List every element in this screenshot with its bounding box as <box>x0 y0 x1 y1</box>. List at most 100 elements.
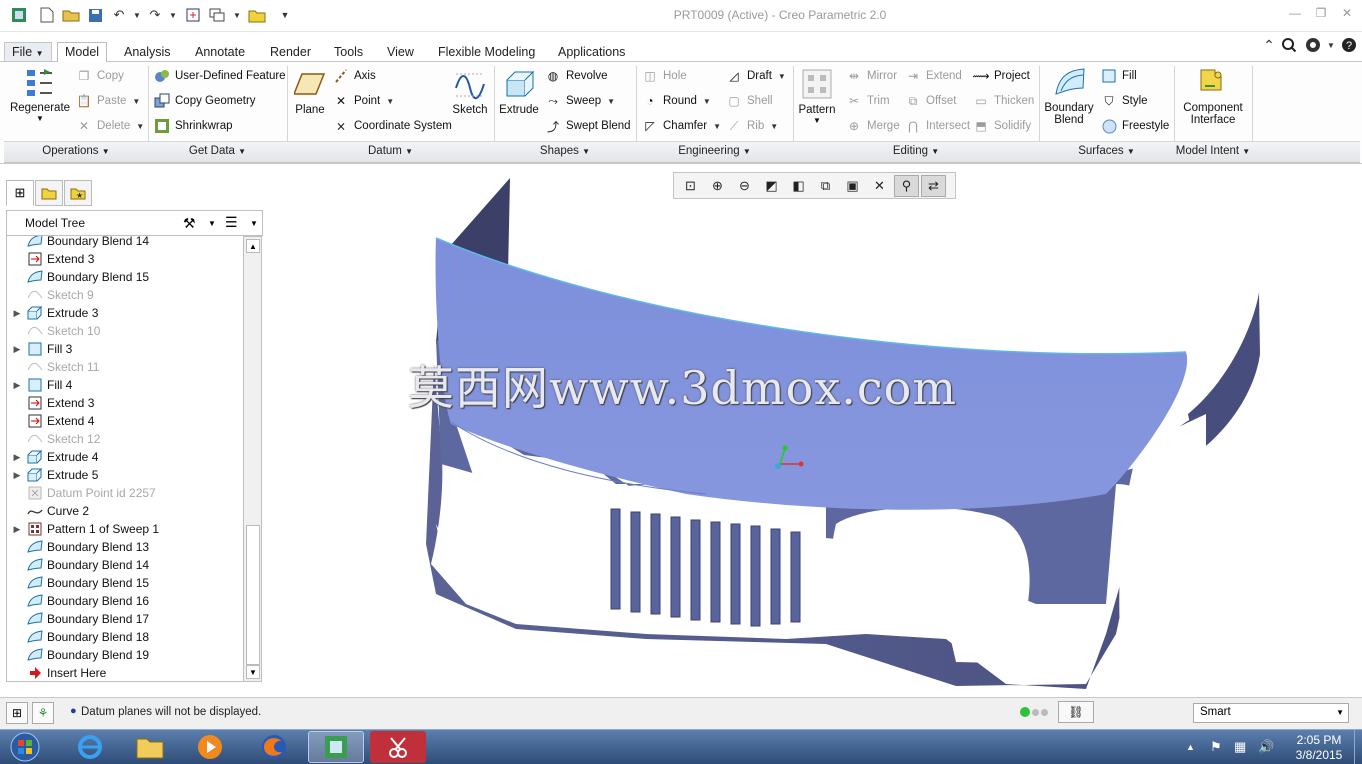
tree-item[interactable]: Extend 4 <box>7 412 243 430</box>
tree-settings-dropdown-icon[interactable]: ▼ <box>208 219 216 228</box>
annotation-display-icon[interactable]: ⇄ <box>921 174 946 197</box>
tree-item[interactable]: Datum Point id 2257 <box>7 484 243 502</box>
group-get-data[interactable]: Get Data ▼ <box>148 145 287 157</box>
boundary-blend-button[interactable]: Boundary Blend <box>1043 66 1095 126</box>
tree-show-dropdown-icon[interactable]: ▼ <box>250 219 258 228</box>
trim-button[interactable]: ✂ Trim <box>846 92 890 110</box>
tree-item[interactable]: ▶ Fill 4 <box>7 376 243 394</box>
model-tree-scrollbar[interactable]: ▲ ▼ <box>244 236 262 682</box>
browser-toggle-icon[interactable]: ⚘ <box>32 702 54 724</box>
group-shapes[interactable]: Shapes ▼ <box>494 145 636 157</box>
tree-item[interactable]: Boundary Blend 17 <box>7 610 243 628</box>
tree-item[interactable]: ▶ Extrude 4 <box>7 448 243 466</box>
close-window-icon[interactable] <box>248 6 266 24</box>
tree-item[interactable]: ▶ Pattern 1 of Sweep 1 <box>7 520 243 538</box>
copy-geometry-button[interactable]: Copy Geometry <box>154 92 256 110</box>
expand-arrow-icon[interactable]: ▶ <box>7 452 27 463</box>
folder-browser-tab-icon[interactable] <box>35 180 63 206</box>
draft-button[interactable]: ◿ Draft ▼ <box>726 67 785 85</box>
redo-dropdown-icon[interactable]: ▼ <box>164 6 182 24</box>
open-folder-icon[interactable] <box>62 6 80 24</box>
start-button[interactable] <box>0 731 50 763</box>
show-hidden-icons-icon[interactable]: ▲ <box>1186 742 1195 752</box>
swept-blend-button[interactable]: ⤴ Swept Blend <box>545 117 631 135</box>
pattern-button[interactable]: Pattern ▼ <box>797 68 837 125</box>
scroll-down-icon[interactable]: ▼ <box>246 665 260 679</box>
sketch-button[interactable]: Sketch <box>450 68 490 116</box>
user-defined-feature-button[interactable]: User-Defined Feature <box>154 67 286 85</box>
tree-item[interactable]: Boundary Blend 15 <box>7 268 243 286</box>
windows-dropdown-icon[interactable]: ▼ <box>228 6 246 24</box>
revolve-button[interactable]: ◍ Revolve <box>545 67 608 85</box>
group-surfaces[interactable]: Surfaces ▼ <box>1039 145 1174 157</box>
tab-view[interactable]: View <box>379 42 422 62</box>
navigator-toggle-icon[interactable]: ⊞ <box>6 702 28 724</box>
hole-button[interactable]: ◫ Hole <box>642 67 686 85</box>
tree-item[interactable]: Sketch 10 <box>7 322 243 340</box>
media-player-icon[interactable] <box>182 731 238 763</box>
zoom-out-icon[interactable]: ⊖ <box>732 175 757 197</box>
undo-icon[interactable]: ↶ <box>110 6 128 24</box>
point-button[interactable]: ✕ Point ▼ <box>333 92 394 110</box>
intersect-button[interactable]: ⋂ Intersect <box>905 117 970 135</box>
minimize-ribbon-icon[interactable]: ⌃ <box>1260 37 1278 55</box>
group-model-intent[interactable]: Model Intent ▼ <box>1174 145 1252 157</box>
volume-icon[interactable]: 🔊 <box>1258 739 1274 755</box>
file-explorer-icon[interactable] <box>122 731 178 763</box>
restore-icon[interactable]: ❐ <box>1310 6 1332 24</box>
repaint-icon[interactable]: ◩ <box>759 175 784 197</box>
favorites-tab-icon[interactable]: ★ <box>64 180 92 206</box>
zoom-in-icon[interactable]: ⊕ <box>705 175 730 197</box>
tree-item[interactable]: Boundary Blend 13 <box>7 538 243 556</box>
tab-annotate[interactable]: Annotate <box>187 42 253 62</box>
tree-item[interactable]: Sketch 11 <box>7 358 243 376</box>
tree-item[interactable]: ▶ Fill 3 <box>7 340 243 358</box>
shrinkwrap-button[interactable]: Shrinkwrap <box>154 117 233 135</box>
creo-app-icon[interactable] <box>10 6 28 24</box>
axis-button[interactable]: Axis <box>333 67 376 85</box>
spin-center-icon[interactable]: ⚲ <box>894 174 919 197</box>
minimize-icon[interactable]: — <box>1284 6 1306 24</box>
delete-button[interactable]: ✕ Delete ▼ <box>76 117 144 135</box>
tree-item[interactable]: Boundary Blend 14 <box>7 556 243 574</box>
group-operations[interactable]: Operations ▼ <box>4 145 148 157</box>
tree-item[interactable]: Curve 2 <box>7 502 243 520</box>
merge-button[interactable]: ⊕ Merge <box>846 117 900 135</box>
tab-tools[interactable]: Tools <box>326 42 371 62</box>
tree-item[interactable]: Boundary Blend 15 <box>7 574 243 592</box>
help-icon[interactable]: ? <box>1340 37 1358 55</box>
style-button[interactable]: ⛉ Style <box>1101 92 1147 110</box>
expand-arrow-icon[interactable]: ▶ <box>7 524 27 535</box>
fill-button[interactable]: Fill <box>1101 67 1137 85</box>
close-icon[interactable]: ✕ <box>1336 6 1358 24</box>
tab-applications[interactable]: Applications <box>550 42 633 62</box>
extend-button[interactable]: ⇥ Extend <box>905 67 962 85</box>
extrude-button[interactable]: Extrude <box>498 68 540 116</box>
model-tree-tab-icon[interactable]: ⊞ <box>6 180 34 206</box>
tab-analysis[interactable]: Analysis <box>116 42 179 62</box>
view-manager-icon[interactable]: ▣ <box>840 175 865 197</box>
mirror-button[interactable]: ⇹ Mirror <box>846 67 897 85</box>
action-center-icon[interactable]: ⚑ <box>1210 739 1222 755</box>
tree-show-icon[interactable]: ☰ <box>225 214 238 231</box>
tree-item[interactable]: Boundary Blend 18 <box>7 628 243 646</box>
chamfer-button[interactable]: ◸ Chamfer ▼ <box>642 117 721 135</box>
community-dropdown-icon[interactable]: ▼ <box>1322 41 1340 59</box>
regenerate-button[interactable]: Regenerate ▼ <box>8 66 72 123</box>
show-desktop-button[interactable] <box>1354 729 1362 764</box>
tree-item[interactable]: Extend 3 <box>7 394 243 412</box>
offset-button[interactable]: ⧉ Offset <box>905 92 957 110</box>
tree-settings-icon[interactable]: ⚒ <box>183 215 196 232</box>
search-icon[interactable] <box>1280 37 1298 55</box>
tree-item[interactable]: Sketch 12 <box>7 430 243 448</box>
coordinate-system-button[interactable]: ⨯ Coordinate System <box>333 117 452 135</box>
component-interface-button[interactable]: Component Interface <box>1180 66 1246 126</box>
network-icon[interactable]: ▦ <box>1234 739 1246 755</box>
tab-model[interactable]: Model <box>57 42 108 63</box>
tree-item[interactable]: ▶ Extrude 3 <box>7 304 243 322</box>
expand-arrow-icon[interactable]: ▶ <box>7 308 27 319</box>
internet-explorer-icon[interactable] <box>62 731 118 763</box>
group-engineering[interactable]: Engineering ▼ <box>636 145 793 157</box>
group-editing[interactable]: Editing ▼ <box>793 145 1039 157</box>
snipping-tool-icon[interactable] <box>370 731 426 763</box>
